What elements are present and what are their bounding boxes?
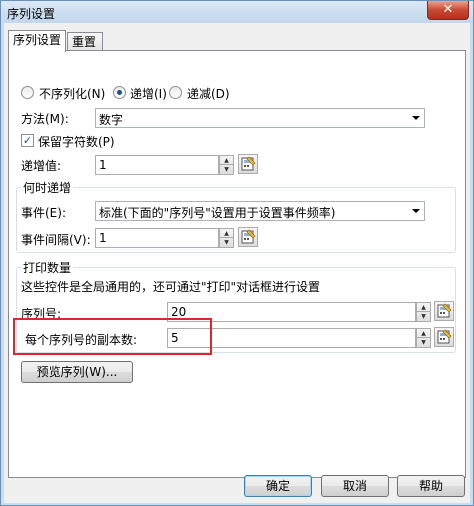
chevron-down-icon	[412, 116, 420, 120]
preserve-chars-checkbox[interactable]: ✓	[21, 134, 34, 147]
radio-decrement-label[interactable]: 递减(D)	[187, 85, 230, 102]
radio-increment[interactable]	[113, 86, 126, 99]
interval-spinner[interactable]: ▲ ▼	[219, 228, 234, 248]
copies-spinner[interactable]: ▲ ▼	[416, 328, 431, 348]
highlight-box	[13, 318, 212, 355]
increment-value: 1	[99, 158, 107, 172]
method-value: 数字	[99, 113, 124, 127]
spin-down-icon[interactable]: ▼	[220, 238, 233, 247]
serial-value: 20	[171, 305, 187, 319]
event-select[interactable]: 标准(下面的"序列号"设置用于设置事件频率)	[95, 201, 425, 221]
calculator-icon	[437, 329, 452, 344]
interval-input[interactable]: 1	[95, 228, 219, 248]
print-count-title: 打印数量	[21, 259, 74, 276]
serial-calculator-button[interactable]	[434, 301, 454, 321]
serial-spinner[interactable]: ▲ ▼	[416, 302, 431, 322]
spin-up-icon[interactable]: ▲	[417, 303, 430, 312]
window-title: 序列设置	[7, 7, 56, 21]
cancel-button[interactable]: 取消	[321, 475, 389, 497]
dialog-window: 序列设置 ✕ 序列设置 重置 不序列化(N) 递增(I) 递减(D) 方法(M)…	[0, 0, 474, 506]
help-button[interactable]: 帮助	[397, 475, 465, 497]
calculator-icon	[241, 156, 256, 171]
method-select[interactable]: 数字	[95, 108, 425, 128]
print-count-note: 这些控件是全局通用的，还可通过"打印"对话框进行设置	[21, 280, 321, 294]
when-increment-title: 何时递增	[21, 179, 74, 196]
spin-up-icon[interactable]: ▲	[417, 329, 430, 338]
spin-down-icon[interactable]: ▼	[220, 165, 233, 174]
interval-value: 1	[99, 231, 107, 245]
spin-up-icon[interactable]: ▲	[220, 229, 233, 238]
tab-reset[interactable]: 重置	[67, 32, 103, 52]
interval-calculator-button[interactable]	[238, 227, 258, 247]
tab-panel: 不序列化(N) 递增(I) 递减(D) 方法(M): 数字 ✓ 保留字符数(P)…	[8, 50, 466, 478]
radio-no-serialize-label[interactable]: 不序列化(N)	[39, 85, 105, 102]
radio-no-serialize[interactable]	[21, 86, 34, 99]
preserve-chars-label[interactable]: 保留字符数(P)	[38, 133, 115, 150]
title-bar[interactable]: 序列设置 ✕	[1, 1, 473, 23]
calculator-icon	[437, 303, 452, 318]
spin-down-icon[interactable]: ▼	[417, 338, 430, 347]
interval-label: 事件间隔(V):	[21, 233, 91, 247]
spin-down-icon[interactable]: ▼	[417, 312, 430, 321]
copies-calculator-button[interactable]	[434, 327, 454, 347]
method-label: 方法(M):	[21, 112, 69, 126]
tab-serial-settings[interactable]: 序列设置	[8, 30, 66, 52]
close-button[interactable]: ✕	[427, 1, 469, 20]
dialog-client: 序列设置 重置 不序列化(N) 递增(I) 递减(D) 方法(M): 数字 ✓ …	[4, 23, 470, 503]
event-label: 事件(E):	[21, 206, 66, 220]
spin-up-icon[interactable]: ▲	[220, 156, 233, 165]
calculator-icon	[241, 229, 256, 244]
radio-decrement[interactable]	[169, 86, 182, 99]
increment-input[interactable]: 1	[95, 155, 219, 175]
preview-sequence-button[interactable]: 预览序列(W)...	[21, 361, 133, 383]
increment-calculator-button[interactable]	[238, 154, 258, 174]
radio-increment-label[interactable]: 递增(I)	[130, 85, 167, 102]
increment-spinner[interactable]: ▲ ▼	[219, 155, 234, 175]
increment-label: 递增值:	[21, 159, 62, 173]
ok-button[interactable]: 确定	[244, 475, 312, 497]
chevron-down-icon	[412, 209, 420, 213]
event-value: 标准(下面的"序列号"设置用于设置事件频率)	[99, 206, 336, 220]
